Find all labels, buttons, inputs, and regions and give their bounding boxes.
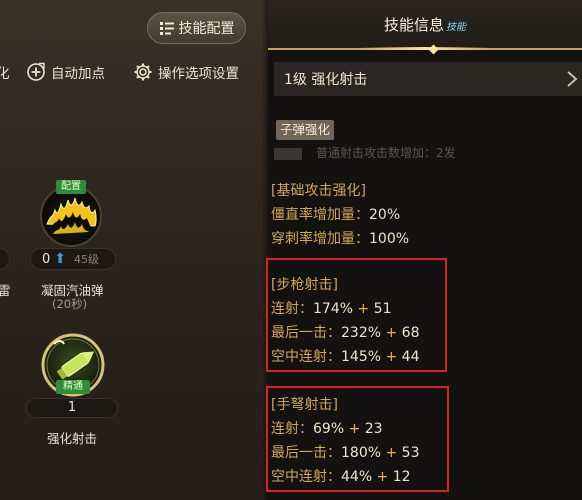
auto-plus-icon bbox=[27, 62, 45, 81]
skill-config-button[interactable]: 技能配置 bbox=[147, 12, 246, 44]
header-underline-glow bbox=[358, 47, 492, 50]
skill-info-title: 技能信息 bbox=[383, 16, 444, 34]
rifle-pct: 145% bbox=[341, 349, 382, 365]
partial-skill-name: 雷 bbox=[0, 283, 11, 298]
obscured-text: 普通射击攻击数增加：2发 bbox=[316, 146, 456, 160]
selected-skill-title: 1级 强化射击 bbox=[284, 72, 368, 88]
rifle-flat: 68 bbox=[401, 325, 420, 341]
pierce-row: 穿刺率增加量：100% bbox=[271, 228, 409, 248]
crossbow-row: 空中连射：44% + 12 bbox=[271, 466, 411, 486]
plus-sign: + bbox=[385, 349, 398, 365]
crossbow-flat: 53 bbox=[401, 445, 420, 461]
plus-sign: + bbox=[385, 325, 398, 341]
pierce-value: 100% bbox=[369, 231, 410, 247]
rifle-row: 连射：174% + 51 bbox=[271, 298, 392, 318]
plus-sign: + bbox=[357, 301, 370, 317]
bullet-enhance-tag: 子弹强化 bbox=[276, 120, 335, 140]
rifle-label: 最后一击： bbox=[271, 325, 341, 341]
pierce-label: 穿刺率增加量： bbox=[271, 231, 369, 247]
crossbow-pct: 180% bbox=[341, 445, 382, 461]
crossbow-label: 最后一击： bbox=[271, 445, 341, 461]
rifle-flat: 44 bbox=[401, 349, 420, 365]
skill-info-title-wrap: 技能信息 技能 bbox=[268, 14, 582, 35]
obscured-description-line: 普通射击攻击数增加：2发 bbox=[274, 144, 534, 160]
skill-tree-panel: 技能配置 化 自动加点 操作选项设置 配置 0 ⬆ 45级 雷 凝固汽油弹 (2… bbox=[0, 0, 268, 500]
rifle-pct: 174% bbox=[313, 301, 354, 317]
enhanced-shot-skill-name: 强化射击 bbox=[47, 431, 98, 446]
napalm-level-pill: 0 ⬆ 45级 bbox=[30, 248, 116, 270]
basic-enhance-header: [基础攻击强化] bbox=[271, 183, 366, 199]
crossbow-label: 空中连射： bbox=[271, 469, 341, 485]
stagger-row: 僵直率增加量：20% bbox=[271, 204, 400, 224]
crossbow-header: [手弩射击] bbox=[271, 397, 338, 413]
skill-info-tag: 技能 bbox=[446, 22, 466, 33]
napalm-cooldown: (20秒) bbox=[52, 297, 88, 311]
operation-settings-button[interactable]: 操作选项设置 bbox=[133, 62, 239, 82]
configured-badge: 配置 bbox=[56, 180, 86, 194]
rifle-pct: 232% bbox=[341, 325, 382, 341]
napalm-level: 0 bbox=[42, 251, 51, 267]
partial-level-pill bbox=[0, 248, 10, 270]
crossbow-row: 连射：69% + 23 bbox=[271, 418, 383, 438]
partial-toolbar-label: 化 bbox=[0, 66, 10, 82]
obscured-icon bbox=[274, 147, 302, 160]
level-up-arrow-icon[interactable]: ⬆ bbox=[54, 251, 66, 267]
rifle-row: 最后一击：232% + 68 bbox=[271, 322, 420, 342]
crossbow-pct: 69% bbox=[313, 421, 345, 437]
auto-add-points-button[interactable]: 自动加点 bbox=[26, 62, 105, 82]
crossbow-label: 连射： bbox=[271, 421, 313, 437]
mastery-badge: 精通 bbox=[56, 380, 90, 394]
skill-info-header: 技能信息 技能 bbox=[268, 0, 582, 55]
stagger-label: 僵直率增加量： bbox=[271, 207, 369, 223]
crossbow-pct: 44% bbox=[341, 469, 373, 485]
rifle-label: 连射： bbox=[271, 301, 313, 317]
chevron-right-icon[interactable] bbox=[566, 70, 578, 88]
stagger-value: 20% bbox=[369, 207, 401, 223]
crossbow-flat: 23 bbox=[364, 421, 383, 437]
napalm-max-level: 45级 bbox=[74, 253, 100, 266]
skill-config-label: 技能配置 bbox=[178, 21, 235, 37]
rifle-flat: 51 bbox=[373, 301, 392, 317]
plus-sign: + bbox=[376, 469, 389, 485]
enhanced-shot-level: 1 bbox=[26, 398, 118, 418]
operation-settings-label: 操作选项设置 bbox=[158, 66, 239, 82]
plus-sign: + bbox=[385, 445, 398, 461]
crossbow-flat: 12 bbox=[392, 469, 411, 485]
list-config-icon bbox=[159, 22, 174, 35]
rifle-label: 空中连射： bbox=[271, 349, 341, 365]
rifle-header: [步枪射击] bbox=[271, 277, 338, 293]
rifle-row: 空中连射：145% + 44 bbox=[271, 346, 420, 366]
crossbow-row: 最后一击：180% + 53 bbox=[271, 442, 420, 462]
selected-skill-row[interactable]: 1级 强化射击 bbox=[274, 62, 582, 96]
gear-icon bbox=[134, 63, 152, 81]
auto-add-points-label: 自动加点 bbox=[51, 66, 105, 82]
plus-sign: + bbox=[348, 421, 361, 437]
